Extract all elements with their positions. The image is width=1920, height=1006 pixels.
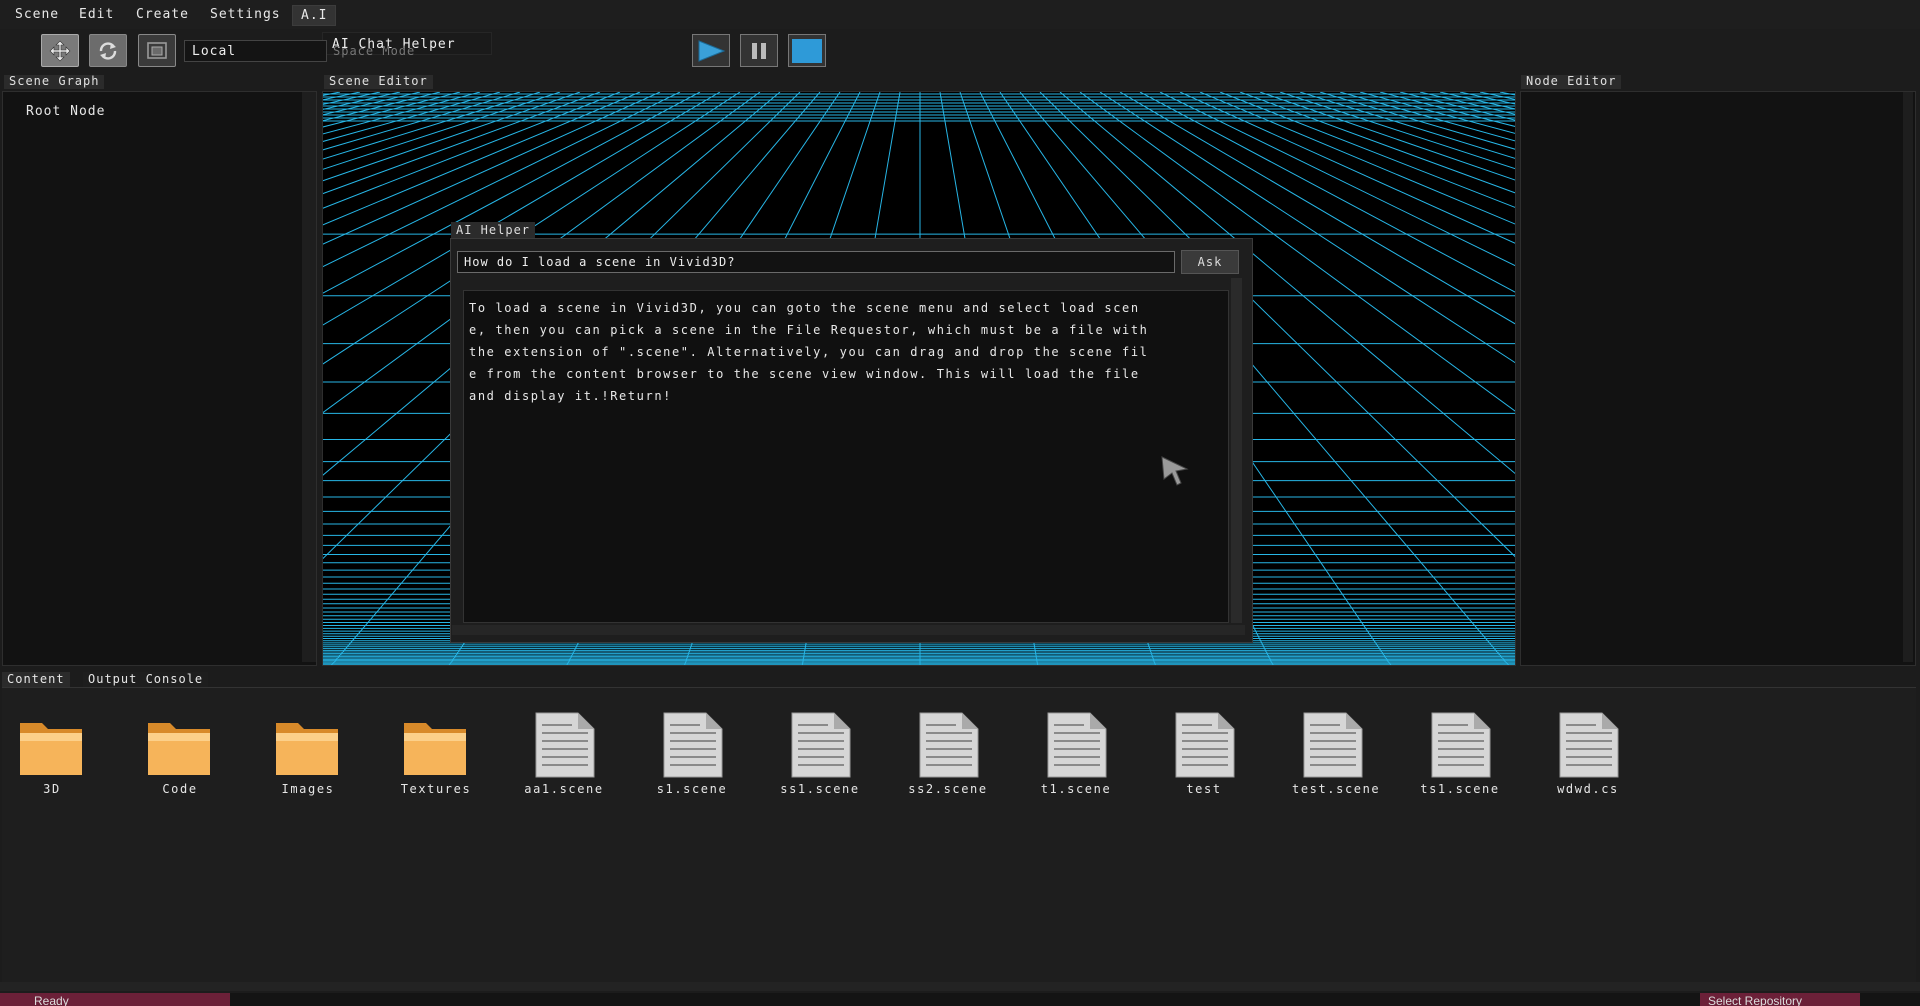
file-label: t1.scene <box>1040 782 1112 796</box>
file-label: Images <box>281 782 335 796</box>
folder-icon <box>276 723 338 775</box>
pause-button[interactable] <box>740 34 778 67</box>
grid-line <box>1259 92 1515 181</box>
document-icon <box>663 712 723 778</box>
grid-line <box>1319 92 1515 150</box>
mouse-cursor-icon <box>1161 456 1189 486</box>
status-ready: Ready <box>0 993 230 1006</box>
status-bar <box>0 993 1920 1006</box>
menu-bar: Scene Edit Create Settings A.I <box>0 0 1920 29</box>
move-arrows-icon <box>49 40 71 61</box>
file-label: test <box>1186 782 1222 796</box>
folder-icon <box>404 723 466 775</box>
grid-line <box>323 92 401 110</box>
root-node-item[interactable]: Root Node <box>26 104 105 119</box>
grid-line <box>1279 92 1515 170</box>
menu-scene[interactable]: Scene <box>7 5 67 26</box>
rotate-icon <box>99 41 117 60</box>
answer-horizontal-scrollbar[interactable] <box>452 625 1245 635</box>
tab-output-console[interactable]: Output Console <box>83 672 209 687</box>
file-label: test.scene <box>1292 782 1381 796</box>
node-editor-tab[interactable]: Node Editor <box>1521 75 1622 89</box>
document-icon <box>1047 712 1107 778</box>
menu-settings[interactable]: Settings <box>202 5 289 26</box>
tab-content[interactable]: Content <box>2 672 70 687</box>
document-icon <box>535 712 595 778</box>
file-item[interactable]: test <box>1162 705 1282 800</box>
node-editor-scrollbar[interactable] <box>1903 92 1913 662</box>
play-icon <box>698 39 726 62</box>
grid-line <box>1359 92 1515 134</box>
grid-line <box>323 92 421 116</box>
file-item[interactable]: s1.scene <box>650 705 770 800</box>
file-item[interactable]: ss1.scene <box>778 705 898 800</box>
grid-line <box>1439 92 1515 110</box>
document-icon <box>791 712 851 778</box>
document-icon <box>1431 712 1491 778</box>
grid-line <box>323 92 361 101</box>
scale-icon <box>147 41 167 59</box>
ai-helper-title[interactable]: AI Helper <box>451 222 536 238</box>
document-icon <box>1303 712 1363 778</box>
folder-item[interactable]: Textures <box>394 705 514 800</box>
stop-button[interactable] <box>788 34 826 67</box>
question-input[interactable] <box>457 251 1175 273</box>
coordinate-space-select[interactable]: Local <box>184 40 327 62</box>
file-label: ss1.scene <box>780 782 860 796</box>
document-icon <box>1559 712 1619 778</box>
file-label: Code <box>162 782 198 796</box>
file-item[interactable]: t1.scene <box>1034 705 1154 800</box>
folder-icon <box>148 723 210 775</box>
scale-tool-button[interactable] <box>138 34 176 67</box>
file-item[interactable]: wdwd.cs <box>1546 705 1666 800</box>
scene-editor-tab[interactable]: Scene Editor <box>324 75 433 89</box>
folder-item[interactable]: Images <box>266 705 386 800</box>
grid-line <box>1379 92 1515 127</box>
file-label: 3D <box>43 782 61 796</box>
grid-line <box>323 92 461 128</box>
grid-line <box>1399 92 1515 121</box>
grid-line <box>1339 92 1515 142</box>
node-editor-panel <box>1520 91 1916 666</box>
scene-graph-scrollbar[interactable] <box>302 92 316 662</box>
stop-icon <box>792 38 822 63</box>
folder-item[interactable]: 3D <box>10 705 130 800</box>
file-label: wdwd.cs <box>1557 782 1619 796</box>
select-repository-button[interactable]: Select Repository <box>1700 993 1860 1006</box>
play-button[interactable] <box>692 34 730 67</box>
folder-item[interactable]: Code <box>138 705 258 800</box>
content-scrollbar[interactable] <box>1904 690 1914 980</box>
document-icon <box>919 712 979 778</box>
file-item[interactable]: aa1.scene <box>522 705 642 800</box>
menu-create[interactable]: Create <box>128 5 197 26</box>
file-label: aa1.scene <box>524 782 604 796</box>
scene-graph-tab[interactable]: Scene Graph <box>4 75 105 89</box>
file-item[interactable]: ts1.scene <box>1418 705 1538 800</box>
scene-graph-panel <box>2 91 317 666</box>
menu-ai[interactable]: A.I <box>292 5 337 26</box>
file-item[interactable]: ss2.scene <box>906 705 1026 800</box>
folder-icon <box>20 723 82 775</box>
move-tool-button[interactable] <box>41 34 79 67</box>
answer-box: To load a scene in Vivid3D, you can goto… <box>463 290 1229 623</box>
grid-line <box>1419 92 1515 115</box>
coordinate-space-label: Space Mode <box>333 44 416 58</box>
grid-line <box>1459 92 1515 105</box>
rotate-tool-button[interactable] <box>89 34 127 67</box>
file-label: ss2.scene <box>908 782 988 796</box>
grid-line <box>1239 92 1515 194</box>
ask-button[interactable]: Ask <box>1181 250 1239 274</box>
file-label: s1.scene <box>656 782 728 796</box>
grid-line <box>323 92 441 122</box>
file-label: Textures <box>400 782 472 796</box>
answer-scrollbar[interactable] <box>1231 278 1242 623</box>
menu-edit[interactable]: Edit <box>71 5 122 26</box>
content-horizontal-scrollbar[interactable] <box>0 982 1920 991</box>
pause-icon <box>752 42 766 59</box>
file-item[interactable]: test.scene <box>1290 705 1410 800</box>
document-icon <box>1175 712 1235 778</box>
answer-text: To load a scene in Vivid3D, you can goto… <box>469 301 1158 403</box>
file-label: ts1.scene <box>1420 782 1500 796</box>
